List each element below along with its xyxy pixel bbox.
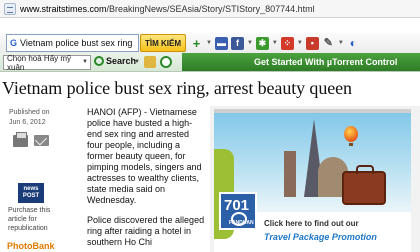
published-label: Published on bbox=[9, 109, 50, 116]
brand-logo: 701 PANDUAN bbox=[219, 192, 257, 230]
search-engine-icon: G bbox=[10, 38, 18, 48]
addon-icon[interactable] bbox=[144, 56, 156, 68]
hot-air-balloon-icon bbox=[344, 126, 358, 142]
chevron-down-icon: ▼ bbox=[82, 59, 88, 65]
chevron-down-icon[interactable]: ▼ bbox=[247, 40, 253, 46]
language-select[interactable]: Chọn hoà Hãy mỹ xuân ▼ bbox=[3, 53, 91, 72]
ad-text: Click here to find out our bbox=[264, 219, 359, 228]
newspost-logo[interactable]: news POST bbox=[18, 183, 44, 203]
publish-info: Published on Jun 6, 2012 bbox=[9, 108, 49, 128]
ad-image[interactable]: 701 PANDUAN Click here to find out our T… bbox=[214, 109, 411, 252]
toolbar-icons: + ▼ ▬ f ▼ ✱ ▼ ⁘ ▼ ▪ ✎ ▼ ◐ bbox=[190, 35, 360, 51]
banner-text: Get Started With µTorrent Control bbox=[254, 57, 398, 67]
luggage-icon bbox=[342, 165, 386, 205]
chevron-down-icon[interactable]: ▼ bbox=[338, 40, 344, 46]
square-icon[interactable]: ▪ bbox=[305, 36, 319, 50]
addon-search-label: Search bbox=[106, 56, 137, 66]
article-paragraph: HANOI (AFP) - Vietnamese police have bus… bbox=[87, 107, 202, 205]
facebook-icon[interactable]: f bbox=[230, 36, 244, 50]
purchase-link[interactable]: Purchase this article for republication bbox=[8, 206, 56, 233]
url-path: /BreakingNews/SEAsia/Story/STIStory_8077… bbox=[106, 3, 315, 14]
blue-tool-icon[interactable]: ◐ bbox=[347, 37, 360, 50]
email-icon[interactable] bbox=[34, 135, 49, 146]
brand-sub: PANDUAN bbox=[229, 220, 254, 226]
photobank-link[interactable]: PhotoBank bbox=[7, 241, 55, 251]
green-grid-icon[interactable]: ✱ bbox=[255, 36, 269, 50]
toolbar-search-value: Vietnam police bust sex ring bbox=[20, 38, 133, 48]
chevron-down-icon[interactable]: ▼ bbox=[134, 59, 140, 65]
utorrent-banner[interactable]: Get Started With µTorrent Control bbox=[182, 53, 420, 71]
pen-icon[interactable]: ✎ bbox=[322, 37, 335, 50]
site-favicon bbox=[4, 2, 16, 15]
refresh-icon[interactable] bbox=[160, 56, 172, 68]
tower-icon bbox=[284, 151, 296, 197]
page-title: Vietnam police bust sex ring, arrest bea… bbox=[2, 78, 352, 98]
print-icon[interactable] bbox=[13, 132, 28, 147]
language-select-value: Chọn hoà Hãy mỹ xuân bbox=[7, 53, 72, 72]
travel-ad[interactable]: 701 PANDUAN Click here to find out our T… bbox=[210, 106, 420, 252]
bar-icon[interactable]: ▬ bbox=[214, 36, 228, 50]
article-body: HANOI (AFP) - Vietnamese police have bus… bbox=[87, 107, 207, 252]
ad-promo-link[interactable]: Travel Package Promotion bbox=[264, 232, 377, 242]
url-host: www.straitstimes.com bbox=[20, 3, 107, 14]
find-button[interactable]: TÌM KIẾM bbox=[140, 34, 186, 52]
published-date: Jun 6, 2012 bbox=[9, 119, 46, 126]
balloon-basket-icon bbox=[349, 143, 353, 146]
toolbar-search-input[interactable]: G Vietnam police bust sex ring bbox=[6, 34, 139, 52]
search-toolbar: G Vietnam police bust sex ring TÌM KIẾM … bbox=[0, 33, 420, 53]
dice-icon[interactable]: ⁘ bbox=[280, 36, 294, 50]
address-bar[interactable]: www.straitstimes.com/BreakingNews/SEAsia… bbox=[0, 0, 420, 18]
ad-top-strip bbox=[214, 109, 411, 113]
addon-toolbar: Chọn hoà Hãy mỹ xuân ▼ Search ▼ Get Star… bbox=[0, 53, 420, 72]
article-tools bbox=[13, 132, 49, 147]
article-paragraph: Police discovered the alleged ring after… bbox=[87, 215, 205, 247]
chevron-down-icon[interactable]: ▼ bbox=[272, 40, 278, 46]
plus-icon[interactable]: + bbox=[190, 37, 203, 50]
url-text[interactable]: www.straitstimes.com/BreakingNews/SEAsia… bbox=[20, 4, 315, 14]
chevron-down-icon[interactable]: ▼ bbox=[206, 40, 212, 46]
search-icon bbox=[94, 56, 104, 66]
addon-search-button[interactable]: Search bbox=[94, 56, 136, 66]
chevron-down-icon[interactable]: ▼ bbox=[297, 40, 303, 46]
